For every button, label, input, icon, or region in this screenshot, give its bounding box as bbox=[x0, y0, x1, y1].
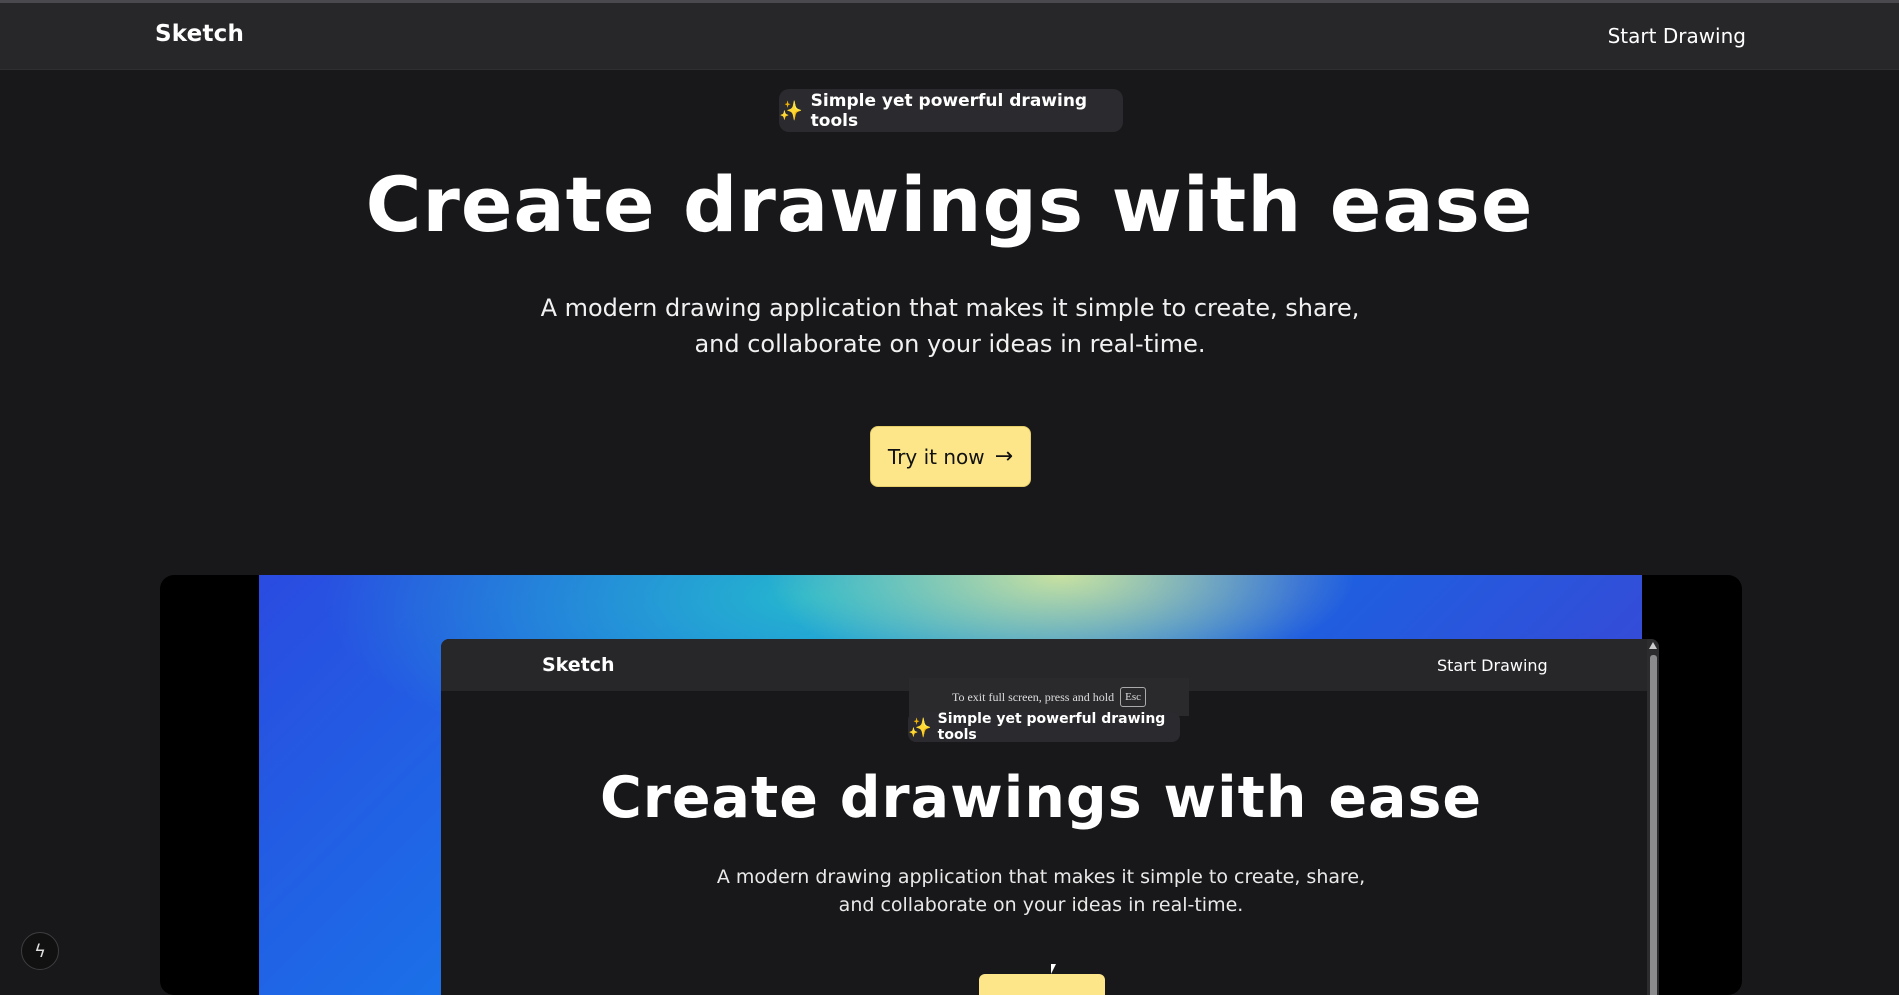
preview-window: Sketch Start Drawing To exit full screen… bbox=[441, 639, 1659, 995]
preview-gradient-background: Sketch Start Drawing To exit full screen… bbox=[259, 575, 1659, 995]
preview-start-drawing: Start Drawing bbox=[1437, 656, 1548, 675]
hero-subtitle-line-1: A modern drawing application that makes … bbox=[540, 294, 1360, 322]
sparkles-icon: ✨ bbox=[908, 716, 932, 739]
preview-feature-badge: ✨ Simple yet powerful drawing tools bbox=[908, 711, 1180, 743]
preview-subtitle-line-1: A modern drawing application that makes … bbox=[716, 866, 1366, 888]
fullscreen-notice-text: To exit full screen, press and hold bbox=[951, 689, 1115, 704]
try-it-now-button[interactable]: Try it now → bbox=[870, 426, 1031, 487]
preview-title: Create drawings with ease bbox=[599, 765, 1483, 831]
preview-try-button bbox=[979, 974, 1105, 995]
mouse-cursor-icon bbox=[1051, 964, 1056, 974]
scroll-up-arrow-icon[interactable] bbox=[1649, 642, 1657, 649]
feature-badge-text: Simple yet powerful drawing tools bbox=[810, 90, 1088, 131]
preview-subtitle-line-2: and collaborate on your ideas in real-ti… bbox=[838, 894, 1244, 916]
arrow-right-icon: → bbox=[994, 444, 1014, 469]
brand-logo[interactable]: Sketch bbox=[155, 21, 244, 47]
start-drawing-link[interactable]: Start Drawing bbox=[1608, 24, 1746, 48]
preview-brand: Sketch bbox=[542, 654, 615, 676]
hero-subtitle: A modern drawing application that makes … bbox=[500, 290, 1400, 362]
preview-feature-badge-text: Simple yet powerful drawing tools bbox=[937, 711, 1166, 743]
hero-subtitle-line-2: and collaborate on your ideas in real-ti… bbox=[694, 330, 1206, 358]
hero-title: Create drawings with ease bbox=[365, 160, 1534, 249]
try-it-now-label: Try it now bbox=[887, 444, 985, 469]
sparkles-icon: ✨ bbox=[779, 100, 803, 122]
scroll-thumb[interactable] bbox=[1650, 655, 1657, 995]
navbar: Sketch Start Drawing bbox=[0, 3, 1899, 70]
preview-scrollbar[interactable] bbox=[1647, 639, 1659, 995]
app-preview: Sketch Start Drawing To exit full screen… bbox=[160, 575, 1742, 995]
esc-key: Esc bbox=[1120, 687, 1146, 707]
preview-subtitle: A modern drawing application that makes … bbox=[691, 863, 1391, 919]
feature-badge: ✨ Simple yet powerful drawing tools bbox=[779, 89, 1123, 132]
lightning-bolt-icon[interactable]: ϟ bbox=[21, 932, 59, 970]
